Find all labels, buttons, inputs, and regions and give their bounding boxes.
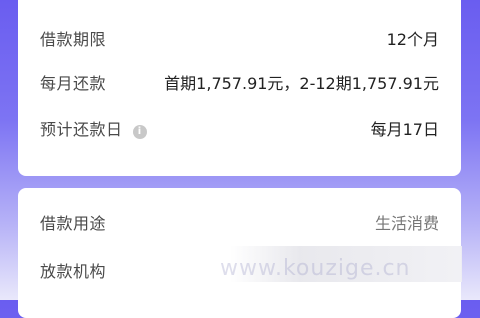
due-date-row: 预计还款日 i 每月17日 [40,116,439,140]
lender-label: 放款机构 [40,262,107,281]
info-icon[interactable]: i [132,125,147,139]
purpose-row: 借款用途 生活消费 [40,210,439,234]
term-label: 借款期限 [40,30,107,49]
monthly-payment-row: 每月还款 首期1,757.91元，2-12期1,757.91元 [40,70,439,94]
due-date-label: 预计还款日 [40,120,123,139]
monthly-payment-label: 每月还款 [40,74,107,93]
term-value: 12个月 [386,30,439,49]
due-date-value: 每月17日 [370,120,439,139]
purpose-label: 借款用途 [40,214,107,233]
purpose-value: 生活消费 [374,214,439,233]
term-row: 借款期限 12个月 [40,26,439,50]
loan-terms-card: 借款期限 12个月 每月还款 首期1,757.91元，2-12期1,757.91… [18,0,461,176]
monthly-payment-value: 首期1,757.91元，2-12期1,757.91元 [164,74,439,93]
watermark: www.kouzige.cn [220,256,411,281]
